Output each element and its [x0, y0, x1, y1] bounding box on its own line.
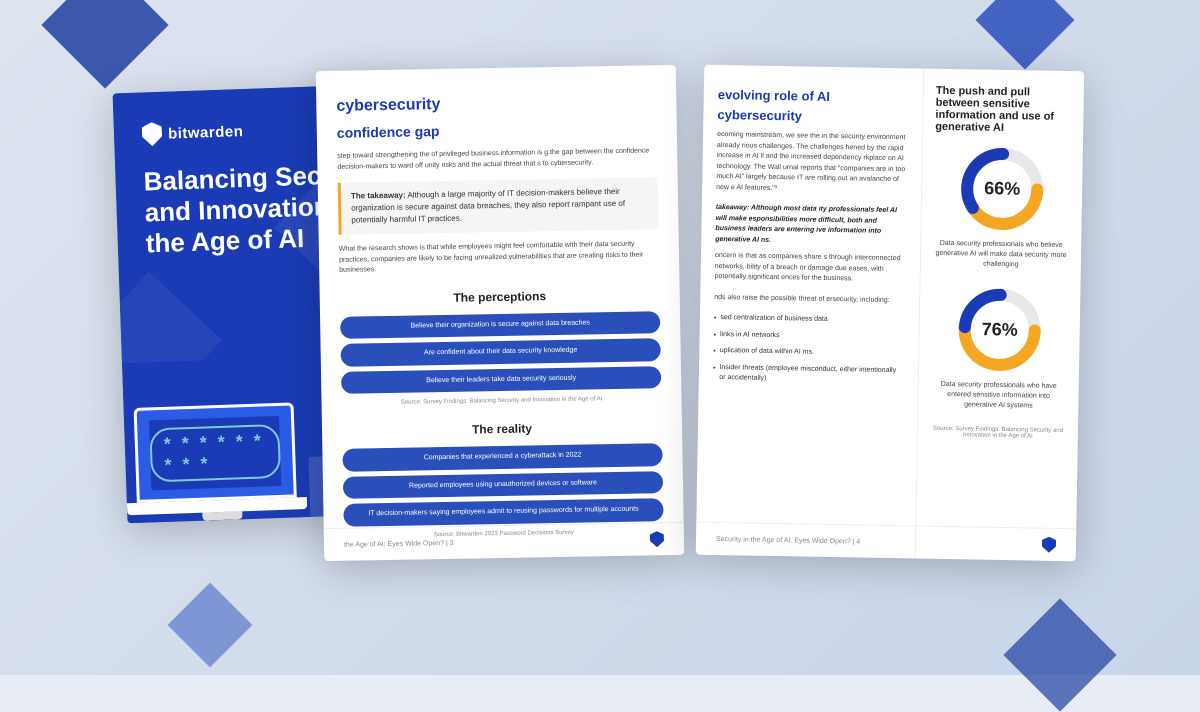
- page2-footer-text: the Age of AI: Eyes Wide Open? | 3: [344, 539, 454, 548]
- bullet-text-1: sed centralization of business data: [720, 313, 828, 325]
- donut1-desc: Data security professionals who believe …: [933, 238, 1069, 270]
- bar-reality-3: IT decision-makers saying employees admi…: [343, 498, 663, 526]
- bullet-dot-4: •: [713, 363, 716, 374]
- password-field: * * * * * * * * *: [149, 423, 281, 482]
- page2-body-text: step toward strengthening the of privile…: [337, 146, 657, 173]
- bullet-text-2: links in AI networks: [720, 329, 780, 341]
- page-middle-body: cybersecurity confidence gap step toward…: [316, 64, 684, 560]
- laptop-illustration: * * * * * * * * *: [134, 402, 308, 523]
- page3-concern-text: oncern is that as companies share s thro…: [715, 250, 907, 285]
- donut2-label: 76%: [982, 319, 1018, 341]
- page3-content: evolving role of AI cybersecurity ecomin…: [696, 64, 1084, 561]
- bar-reality-2: Reported employees using unauthorized de…: [343, 470, 663, 498]
- page3-right-title: The push and pull between sensitive info…: [935, 84, 1072, 134]
- page3-section-title: evolving role of AI cybersecurity: [717, 84, 909, 126]
- bullet-2: • links in AI networks: [713, 329, 904, 344]
- bitwarden-logo-text: bitwarden: [168, 122, 244, 142]
- donut1-chart: 66%: [956, 143, 1048, 235]
- donut2-chart: 76%: [954, 284, 1046, 376]
- page3-source: Source: Survey Findings: Balancing Secur…: [930, 425, 1066, 439]
- cover-diamond-bg2: [113, 271, 222, 363]
- bullet-dot-2: •: [713, 330, 716, 341]
- bitwarden-logo-shield: [142, 121, 163, 146]
- page3-left-col: evolving role of AI cybersecurity ecomin…: [696, 64, 925, 558]
- bar-reality-1: Companies that experienced a cyberattack…: [342, 443, 662, 471]
- bar-perceptions-1: Believe their organization is secure aga…: [340, 310, 660, 338]
- page3-right-col: The push and pull between sensitive info…: [916, 68, 1085, 561]
- page3-body1: ecoming mainstream, we see the in the se…: [716, 129, 908, 195]
- page3-footer-text: Security in the Age of AI: Eyes Wide Ope…: [716, 535, 860, 545]
- scene: bitwarden Balancing Security and Innovat…: [0, 0, 1200, 675]
- page2-header: cybersecurity: [336, 89, 656, 119]
- page-middle: cybersecurity confidence gap step toward…: [316, 64, 684, 560]
- bullet-3: • uplication of data within AI ms.: [713, 345, 904, 360]
- laptop-stand: [202, 511, 242, 520]
- bullet-text-4: Insider threats (employee misconduct, ei…: [719, 362, 904, 386]
- page2-subheader: confidence gap: [337, 117, 657, 144]
- bar-perceptions-2: Are confident about their data security …: [341, 338, 661, 366]
- page2-reality-title: The reality: [342, 417, 662, 441]
- bullet-text-3: uplication of data within AI ms.: [720, 346, 814, 358]
- page2-perceptions-title: The perceptions: [340, 284, 660, 308]
- page3-also-text: nds also raise the possible threat of er…: [714, 292, 905, 306]
- pages-container: bitwarden Balancing Security and Innovat…: [120, 58, 1080, 618]
- page2-takeaway: The takeaway: Although a large majority …: [338, 177, 659, 235]
- logo-warden: warden: [188, 122, 244, 141]
- page-right: evolving role of AI cybersecurity ecomin…: [696, 64, 1084, 561]
- page3-title-span: evolving role of AI: [718, 86, 830, 103]
- laptop-screen: * * * * * * * * *: [134, 402, 297, 503]
- bullet-4: • Insider threats (employee misconduct, …: [713, 362, 904, 386]
- logo-bit: bit: [168, 124, 188, 142]
- page2-takeaway-sub: What the research shows is that while em…: [339, 239, 660, 276]
- bullet-dot-3: •: [713, 346, 716, 357]
- page3-footer-shield-icon: [1042, 536, 1056, 552]
- donut2-container: 76% Data security professionals who have…: [930, 284, 1068, 412]
- page3-subtitle-span: cybersecurity: [717, 106, 802, 122]
- bullet-dot-1: •: [714, 313, 717, 324]
- donut1-label: 66%: [984, 178, 1020, 200]
- laptop-screen-inner: * * * * * * * * *: [149, 415, 281, 489]
- page2-footer: the Age of AI: Eyes Wide Open? | 3: [324, 521, 685, 560]
- takeaway-label: The takeaway:: [351, 190, 406, 200]
- bar-perceptions-3: Believe their leaders take data security…: [341, 365, 661, 393]
- page3-italic-takeaway: takeaway: Although most data ity profess…: [715, 202, 907, 247]
- bullet-1: • sed centralization of business data: [714, 312, 905, 327]
- page2-source-perceptions: Source: Survey Findings: Balancing Secur…: [341, 394, 661, 409]
- footer-shield-icon: [650, 531, 664, 547]
- page3-footer: Security in the Age of AI: Eyes Wide Ope…: [696, 521, 1077, 561]
- donut2-desc: Data security professionals who have ent…: [930, 380, 1066, 412]
- donut1-container: 66% Data security professionals who beli…: [933, 142, 1071, 270]
